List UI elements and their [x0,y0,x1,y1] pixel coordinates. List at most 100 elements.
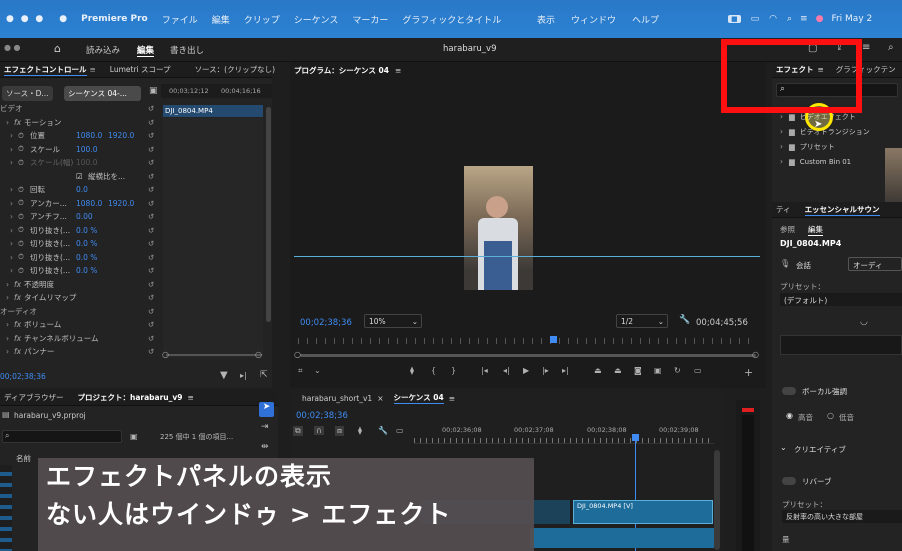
reverb-preset-select[interactable]: 反射率の高い大きな部屋 [782,510,902,523]
ec-row[interactable]: › fx パンナー ↺ [0,345,162,358]
reset-icon[interactable]: ↺ [148,334,154,343]
go-to-in-icon[interactable]: |◂ [481,366,488,375]
reset-icon[interactable]: ↺ [148,212,154,221]
ec-time-ruler[interactable]: 00;03;12;12 00;04;16;16 [161,84,272,98]
collapse-icon[interactable]: ◡ [860,317,868,327]
button-editor-icon[interactable]: + [744,366,753,379]
timeline-marker-icon[interactable]: ⧫ [358,426,362,435]
expand-chevron-icon[interactable]: › [6,280,9,289]
timeline-settings-icon[interactable]: 🔧 [378,426,388,435]
menu-sequence[interactable]: シーケンス [294,13,339,26]
reset-icon[interactable]: ↺ [148,226,154,235]
expand-chevron-icon[interactable]: › [10,266,13,275]
expand-chevron-icon[interactable]: › [10,185,13,194]
fx-icon[interactable]: fx [14,118,21,127]
tree-chevron-icon[interactable]: › [780,127,783,136]
creative-label[interactable]: クリエイティブ [794,444,846,455]
reset-icon[interactable]: ↺ [148,293,154,302]
menu-edit[interactable]: 編集 [212,13,230,26]
tab-seq-04[interactable]: シーケンス 04 [393,392,444,404]
ec-scrollbar[interactable] [266,107,271,322]
property-value[interactable]: 0.00 [76,212,93,221]
vr-icon[interactable]: ▭ [694,366,702,375]
stopwatch-icon[interactable]: ⏱ [18,158,24,168]
subtab-browse[interactable]: 参照 [780,224,795,235]
fx-icon[interactable]: fx [14,334,21,343]
timeline-scrollbar[interactable] [714,450,720,550]
dialogue-label[interactable]: 会話 [796,260,811,271]
effects-tree-item[interactable]: › ▆ ビデオトランジション [780,125,895,138]
tab-prop[interactable]: ティ [776,204,791,215]
window-controls[interactable]: ● ● ● [6,14,45,24]
program-title[interactable]: プログラム：シーケンス 04 [294,65,389,76]
export-icon[interactable]: ⇱ [260,370,268,380]
export-frame-icon[interactable]: ◙ [634,366,642,375]
workspace-menu-icon[interactable]: ≡ [862,42,870,53]
reverb-toggle[interactable] [782,477,796,485]
source-chip[interactable]: ソース・D... [2,86,53,101]
program-ruler[interactable] [298,338,756,344]
property-value[interactable]: 0.0 % [76,266,97,275]
property-value[interactable]: 100.0 [76,158,97,167]
reset-icon[interactable]: ↺ [148,172,154,181]
reset-icon[interactable]: ↺ [148,347,154,356]
timeline-menu-icon[interactable]: ≡ [449,394,455,403]
audio-type-button[interactable]: オーディ [848,257,902,271]
ec-row[interactable]: オーディオ ↺ [0,305,162,318]
traffic-lights[interactable]: ● ● [4,43,21,52]
stopwatch-icon[interactable]: ⏱ [18,198,24,208]
ec-row[interactable]: › fx ボリューム ↺ [0,318,162,331]
compare-icon[interactable]: ▣ [654,366,662,375]
captions-icon[interactable]: ▭ [396,426,404,435]
property-value[interactable]: 0.0 % [76,239,97,248]
expand-chevron-icon[interactable]: › [6,320,9,329]
ec-keyframe-area[interactable] [163,118,263,358]
property-value[interactable]: 1080.0 [76,199,102,208]
reset-icon[interactable]: ↺ [148,118,154,127]
reset-icon[interactable]: ↺ [148,239,154,248]
expand-chevron-icon[interactable]: › [10,239,13,248]
high-radio[interactable]: ◉ [786,411,793,420]
status-app-icon[interactable]: ■ [728,15,741,23]
property-value[interactable]: 0.0 % [76,226,97,235]
checkbox[interactable]: ☑ [76,172,83,181]
ec-zoom-bar[interactable] [166,354,262,356]
ec-row[interactable]: › ⏱ 切り抜き(... 0.0 % ↺ [0,264,162,277]
ec-row[interactable]: › ⏱ 回転 0.0 ↺ [0,183,162,196]
reset-icon[interactable]: ↺ [148,104,154,113]
tab-essential-sound[interactable]: エッセンシャルサウン [804,204,880,216]
ec-row[interactable]: › fx モーション ↺ [0,116,162,129]
expand-chevron-icon[interactable]: › [10,253,13,262]
repair-section[interactable] [780,335,902,355]
expand-chevron-icon[interactable]: › [6,118,9,127]
filter-icon[interactable]: ▼ [220,370,228,381]
reset-icon[interactable]: ↺ [148,320,154,329]
battery-icon[interactable]: ▭ [751,14,760,24]
tab-lumetri-scopes[interactable]: Lumetri スコープ [110,64,171,75]
tab-source[interactable]: ソース：(クリップなし) [195,64,275,75]
track-select-icon[interactable]: ⇥ [261,422,269,432]
ec-row[interactable]: › ⏱ 切り抜き(... 0.0 % ↺ [0,224,162,237]
stopwatch-icon[interactable]: ⏱ [18,252,24,262]
video-clip[interactable]: DJI_0804.MP4 [V] [573,500,713,524]
stopwatch-icon[interactable]: ⏱ [18,131,24,141]
menu-marker[interactable]: マーカー [352,13,388,26]
effects-tree-item[interactable]: › ▆ Custom Bin 01 [780,155,895,168]
zoom-select[interactable]: 10% ⌄ [364,314,422,328]
go-to-out-icon[interactable]: ▸| [562,366,569,375]
app-name-menu[interactable]: Premiere Pro [81,14,148,24]
apple-icon[interactable]: ● [59,14,67,24]
property-value[interactable]: 0.0 % [76,253,97,262]
quick-search-icon[interactable]: ⌕ [888,42,894,53]
creative-chevron-icon[interactable]: ⌄ [780,443,787,452]
panel-menu-icon[interactable]: ≡ [90,65,96,74]
tab-export[interactable]: 書き出し [170,44,204,56]
tab-seq-short[interactable]: harabaru_short_v1 [302,394,372,403]
step-back-icon[interactable]: ◂| [503,366,510,375]
home-icon[interactable]: ⌂ [54,42,61,55]
ec-row[interactable]: › ⏱ アンカー... 1080.0 1920.0 ↺ [0,197,162,210]
zoom-handle-left[interactable]: ○ [162,350,169,359]
ec-row[interactable]: › ⏱ スケール 100.0 ↺ [0,143,162,156]
menu-file[interactable]: ファイル [162,13,198,26]
loop-icon[interactable]: ↻ [674,366,681,375]
